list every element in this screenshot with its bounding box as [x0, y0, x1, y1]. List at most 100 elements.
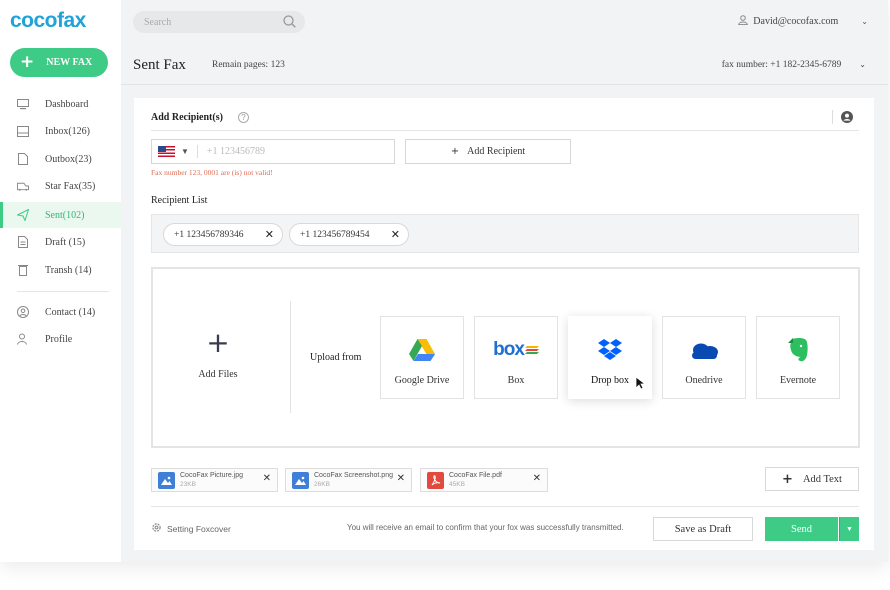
inbox-icon: [17, 125, 29, 137]
close-icon[interactable]: ✕: [391, 228, 400, 241]
fax-number: fax number: +1 182-2345-6789: [721, 60, 842, 70]
sidebar-item-label: Transh (14): [45, 264, 92, 276]
save-as-draft-button[interactable]: Save as Draft: [653, 517, 753, 541]
sidebar-item-sent[interactable]: Sent(102): [0, 202, 121, 228]
setting-foxcover-link[interactable]: Setting Foxcover: [151, 522, 231, 535]
attached-file[interactable]: CocoFax Picture.jpg 23KB ✕: [151, 468, 278, 492]
account-circle-icon[interactable]: [841, 111, 853, 123]
recipient-number: +1 123456789346: [174, 229, 244, 240]
page-title: Sent Fax: [133, 57, 186, 73]
sidebar-item-label: Outbox(23): [45, 153, 92, 165]
setting-foxcover-label: Setting Foxcover: [167, 523, 231, 534]
sidebar-item-contact[interactable]: Contact (14): [0, 299, 121, 325]
attached-file[interactable]: CocoFax File.pdf 45KB ✕: [420, 468, 548, 492]
close-icon[interactable]: ✕: [533, 473, 541, 484]
divider: [832, 110, 833, 124]
service-label: Evernote: [779, 375, 817, 386]
profile-icon: [17, 333, 29, 345]
service-label: Onedrive: [685, 375, 723, 386]
divider: [290, 301, 291, 413]
add-recipients-label: Add Recipient(s): [151, 112, 223, 123]
pdf-file-icon: [427, 471, 444, 489]
page-header: Sent Fax Remain pages: 123 fax number: +…: [121, 43, 888, 85]
sidebar-item-dashboard[interactable]: Dashboard: [0, 91, 121, 117]
sidebar-item-outbox[interactable]: Outbox(23): [0, 146, 121, 172]
divider: [151, 130, 859, 131]
main-area: Search David@cocofax.com ⌄ Sent Fax Rema…: [121, 0, 888, 562]
trash-icon: [17, 264, 29, 276]
fax-number-selector[interactable]: fax number: +1 182-2345-6789 ⌄: [722, 60, 866, 70]
add-recipient-button[interactable]: + Add Recipient: [405, 139, 571, 164]
monitor-icon: [17, 98, 29, 110]
file-name: CocoFax Screenshot.png: [314, 472, 393, 479]
upload-from-label: Upload from: [310, 352, 362, 363]
send-icon: [17, 209, 29, 221]
chevron-down-icon: ⌄: [859, 60, 866, 69]
sidebar-item-inbox[interactable]: Inbox(126): [0, 118, 121, 144]
evernote-button[interactable]: Evernote: [756, 316, 840, 399]
new-fax-button[interactable]: + NEW FAX: [10, 48, 108, 77]
chevron-down-icon[interactable]: ▼: [839, 517, 859, 541]
close-icon[interactable]: ✕: [263, 473, 271, 484]
recipient-chip[interactable]: +1 123456789454 ✕: [289, 223, 409, 246]
mouse-cursor-icon: [635, 376, 647, 395]
file-size: 45KB: [449, 481, 465, 488]
topbar: Search David@cocofax.com ⌄: [121, 0, 888, 43]
dropbox-icon: [569, 335, 651, 365]
box-icon: box: [475, 335, 557, 365]
send-button[interactable]: Send: [765, 517, 838, 541]
logo: cocofax: [10, 9, 86, 32]
close-icon[interactable]: ✕: [265, 228, 274, 241]
sidebar-item-profile[interactable]: Profile: [0, 326, 121, 352]
user-email: David@cocofax.com: [753, 16, 839, 27]
compose-card: Add Recipient(s) ? ▼ +1 123456789 + Add …: [134, 98, 874, 550]
add-recipient-label: Add Recipient: [467, 146, 526, 157]
sidebar-item-draft[interactable]: Draft (15): [0, 229, 121, 255]
search-input[interactable]: Search: [133, 11, 305, 33]
user-menu[interactable]: David@cocofax.com ⌄: [738, 15, 868, 28]
plus-icon: +: [206, 326, 230, 359]
sidebar-item-label: Profile: [45, 333, 73, 345]
user-icon: [738, 15, 749, 28]
new-fax-label: NEW FAX: [46, 57, 93, 68]
file-size: 26KB: [314, 481, 330, 488]
file-size: 23KB: [180, 481, 196, 488]
recipient-list-label: Recipient List: [151, 195, 208, 206]
sidebar: cocofax + NEW FAX Dashboard Inbox(126) O…: [0, 0, 121, 562]
add-text-button[interactable]: + Add Text: [765, 467, 859, 491]
google-drive-button[interactable]: Google Drive: [380, 316, 464, 399]
image-file-icon: [158, 471, 175, 489]
app-window: cocofax + NEW FAX Dashboard Inbox(126) O…: [0, 0, 888, 562]
phone-input[interactable]: +1 123456789: [207, 146, 265, 157]
sidebar-item-label: Draft (15): [45, 236, 86, 248]
add-files-label: Add Files: [198, 369, 238, 380]
recipient-list: +1 123456789346 ✕ +1 123456789454 ✕: [151, 214, 859, 253]
draft-icon: [17, 236, 29, 248]
service-label: Google Drive: [394, 375, 450, 386]
chevron-down-icon[interactable]: ⌄: [861, 17, 868, 26]
attached-file[interactable]: CocoFax Screenshot.png 26KB ✕: [285, 468, 412, 492]
divider: [196, 145, 198, 158]
help-icon[interactable]: ?: [238, 112, 249, 123]
contact-icon: [17, 306, 29, 318]
close-icon[interactable]: ✕: [397, 473, 405, 484]
add-files-button[interactable]: + Add Files: [179, 326, 257, 381]
sidebar-item-label: Contact (14): [45, 306, 96, 318]
evernote-icon: [757, 335, 839, 365]
onedrive-button[interactable]: Onedrive: [662, 316, 746, 399]
phone-number-field[interactable]: ▼ +1 123456789: [151, 139, 395, 164]
plus-icon: +: [450, 146, 460, 157]
add-text-label: Add Text: [802, 473, 842, 485]
onedrive-icon: [663, 335, 745, 365]
outbox-icon: [17, 153, 29, 165]
box-button[interactable]: box Box: [474, 316, 558, 399]
sidebar-item-star-fax[interactable]: Star Fax(35): [0, 173, 121, 199]
chevron-down-icon[interactable]: ▼: [181, 147, 189, 156]
recipient-chip[interactable]: +1 123456789346 ✕: [163, 223, 283, 246]
search-icon[interactable]: [283, 15, 296, 31]
upload-area[interactable]: + Add Files Upload from Google Drive box: [151, 267, 860, 448]
us-flag-icon[interactable]: [158, 146, 175, 157]
sidebar-item-trash[interactable]: Transh (14): [0, 257, 121, 283]
service-label: Box: [507, 375, 525, 386]
file-name: CocoFax File.pdf: [449, 472, 502, 479]
